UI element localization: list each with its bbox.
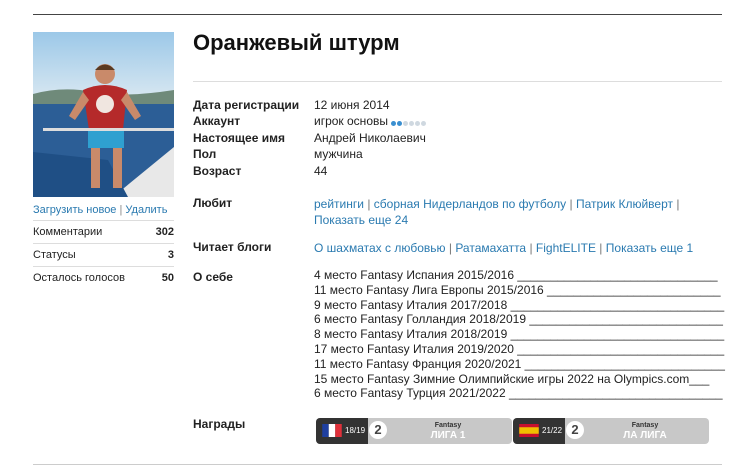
award-place: 2 [566,421,584,439]
profile-stats: Комментарии 302 Статусы 3 Осталось голос… [33,220,174,289]
level-dot-empty [415,121,420,127]
info-label: Пол [193,147,217,162]
stat-label: Комментарии [33,226,103,238]
upload-avatar-link[interactable]: Загрузить новое [33,204,116,216]
separator: | [367,197,371,211]
info-value: 12 июня 2014 [314,98,390,112]
spain-flag-icon [519,424,539,437]
avatar [33,32,174,197]
award-title: Fantasy ЛИГА 1 [398,421,498,442]
awards-label: Награды [193,417,246,431]
about-text: 4 место Fantasy Испания 2015/2016 ______… [314,268,725,401]
blogs-label: Читает блоги [193,240,272,254]
about-line: 6 место Fantasy Турция 2021/2022 _______… [314,386,723,401]
info-value-wrapper: игрок основы [314,114,427,129]
info-label: Дата регистрации [193,98,300,112]
info-label: Настоящее имя [193,130,285,145]
blog-link[interactable]: О шахматах с любовью [314,241,446,255]
stat-comments: Комментарии 302 [33,220,174,243]
france-flag-icon [322,424,342,437]
award-badge-laliga[interactable]: 21/22 2 Fantasy ЛА ЛИГА [513,418,709,444]
top-divider [33,14,722,15]
about-line: 9 место Fantasy Италия 2017/2018 _______… [314,297,725,312]
info-value: игрок основы [314,114,388,129]
avatar-links-separator: | [119,204,123,216]
info-value: Андрей Николаевич [314,130,426,145]
blogs-list: О шахматах с любовью | Ратамахатта | Fig… [314,240,714,256]
about-label: О себе [193,270,233,284]
blog-link[interactable]: Ратамахатта [455,241,526,255]
level-dot-empty [421,121,426,127]
award-season: 18/19 [345,426,366,435]
bottom-divider [33,464,722,465]
separator: | [529,241,533,255]
stat-value: 3 [167,249,174,261]
stat-value: 50 [161,272,174,284]
level-dot-filled [397,121,402,127]
info-value: мужчина [314,147,363,162]
like-link[interactable]: рейтинги [314,197,364,211]
info-value: 44 [314,163,328,178]
info-label: Возраст [193,163,242,178]
award-title: Fantasy ЛА ЛИГА [595,421,695,442]
separator: | [599,241,603,255]
award-season: 21/22 [542,426,563,435]
about-line: 11 место Fantasy Лига Европы 2015/2016 _… [314,282,721,297]
stat-label: Осталось голосов [33,272,125,284]
about-line: 15 место Fantasy Зимние Олимпийские игры… [314,371,710,386]
award-small-label: Fantasy [631,422,659,429]
likes-label: Любит [193,196,233,210]
delete-avatar-link[interactable]: Удалить [125,204,167,216]
blog-link[interactable]: FightELITE [536,241,596,255]
avatar-actions: Загрузить новое | Удалить [33,204,167,216]
about-line: 4 место Fantasy Испания 2015/2016 ______… [314,268,718,282]
level-dot-filled [391,121,396,127]
about-line: 11 место Fantasy Франция 2020/2021 _____… [314,356,725,371]
like-link[interactable]: Патрик Клюйверт [576,197,673,211]
award-badge-ligue1[interactable]: 18/19 2 Fantasy ЛИГА 1 [316,418,512,444]
separator: | [569,197,573,211]
stat-value: 302 [155,226,174,238]
award-big-label: ЛА ЛИГА [623,430,667,441]
award-big-label: ЛИГА 1 [430,430,466,441]
level-dot-empty [403,121,408,127]
likes-list: рейтинги | сборная Нидерландов по футбол… [314,196,714,228]
blogs-show-more-link[interactable]: Показать еще 1 [606,241,693,255]
separator: | [676,197,680,211]
likes-show-more-link[interactable]: Показать еще 24 [314,213,408,227]
account-level-dots [391,115,427,129]
award-place: 2 [369,421,387,439]
stat-statuses: Статусы 3 [33,243,174,266]
info-label: Аккаунт [193,114,241,129]
about-line: 8 место Fantasy Италия 2018/2019 _______… [314,327,725,342]
stat-label: Статусы [33,249,76,261]
level-dot-empty [409,121,414,127]
separator: | [448,241,452,255]
title-divider [193,81,722,82]
avatar-photo [33,32,174,197]
page-title: Оранжевый штурм [193,30,400,55]
about-line: 6 место Fantasy Голландия 2018/2019 ____… [314,312,723,327]
award-small-label: Fantasy [434,422,462,429]
like-link[interactable]: сборная Нидерландов по футболу [374,197,566,211]
about-line: 17 место Fantasy Италия 2019/2020 ______… [314,341,725,356]
stat-votes-left: Осталось голосов 50 [33,266,174,289]
